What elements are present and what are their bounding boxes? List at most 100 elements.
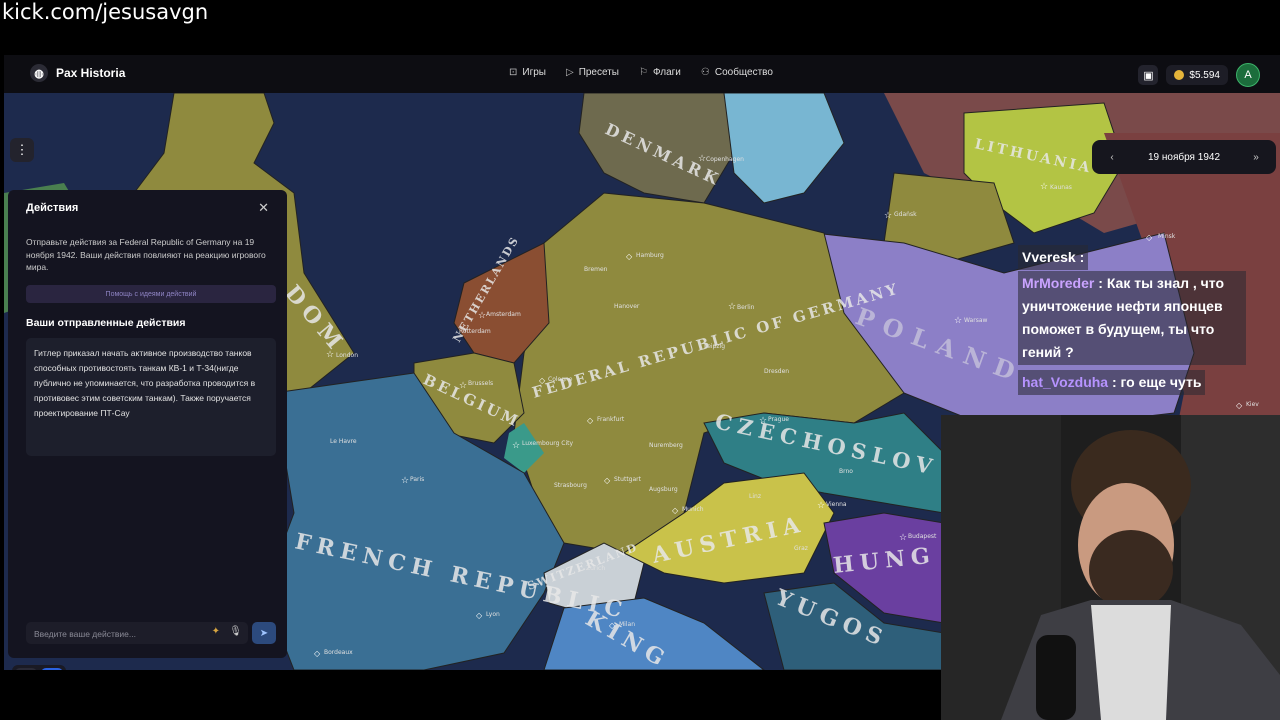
svg-text:☆: ☆ <box>954 316 962 326</box>
globe-icon: ◍ <box>30 64 48 82</box>
microphone-icon[interactable]: 🎙︎ <box>229 626 242 637</box>
nav-flags-label: Флаги <box>652 67 681 78</box>
svg-text:Brno: Brno <box>839 468 853 475</box>
map-menu-button[interactable]: ⋮ <box>10 138 34 162</box>
chat-username: hat_Vozduha <box>1022 374 1109 390</box>
city-augsburg[interactable]: Augsburg <box>649 486 678 493</box>
search-button[interactable]: ⌕ <box>78 667 100 670</box>
advance-date-button[interactable]: » <box>1246 147 1266 167</box>
chat-separator: : <box>1075 249 1085 265</box>
svg-text:☆: ☆ <box>728 302 736 312</box>
svg-text:Luxembourg City: Luxembourg City <box>522 440 574 447</box>
city-hanover[interactable]: Hanover <box>614 303 640 310</box>
svg-text:Nuremberg: Nuremberg <box>649 442 683 449</box>
svg-text:☆: ☆ <box>759 416 767 426</box>
top-right-controls: ▣ $5.594 A <box>1138 63 1260 87</box>
sent-action-item[interactable]: Гитлер приказал начать активное производ… <box>26 338 276 456</box>
svg-text:☆: ☆ <box>899 533 907 543</box>
svg-text:Hamburg: Hamburg <box>636 252 664 259</box>
actions-panel: Действия ✕ Отправьте действия за Federal… <box>8 190 287 658</box>
nav-presets[interactable]: ▷ Пресеты <box>566 67 619 78</box>
city-dresden[interactable]: Dresden <box>764 368 789 375</box>
panel-description: Отправьте действия за Federal Republic o… <box>26 237 266 272</box>
double-chevron-right-icon: » <box>1253 151 1259 163</box>
city-rotterdam[interactable]: Rotterdam <box>459 328 491 335</box>
svg-text:Zurich: Zurich <box>586 565 605 572</box>
svg-text:Warsaw: Warsaw <box>964 317 987 324</box>
avatar[interactable]: A <box>1236 63 1260 87</box>
city-graz[interactable]: Graz <box>794 545 808 552</box>
nav-flags[interactable]: ⚐ Флаги <box>639 67 681 78</box>
svg-text:Gdańsk: Gdańsk <box>894 211 917 218</box>
close-panel-button[interactable]: ✕ <box>258 200 269 216</box>
actions-mode-button[interactable]: ϟ <box>41 668 63 670</box>
svg-text:◇: ◇ <box>604 476 611 485</box>
svg-text:☆: ☆ <box>478 311 486 321</box>
send-icon: ➤ <box>259 627 269 639</box>
bottom-toolbar: ● ϟ ⌕ <box>12 665 100 670</box>
svg-text:Vienna: Vienna <box>826 501 847 508</box>
svg-text:Frankfurt: Frankfurt <box>597 416 625 423</box>
svg-text:☆: ☆ <box>401 476 409 486</box>
prev-date-button[interactable]: ‹ <box>1102 147 1122 167</box>
svg-text:Paris: Paris <box>410 476 424 483</box>
svg-text:☆: ☆ <box>817 501 825 511</box>
gift-button[interactable]: ▣ <box>1138 65 1159 85</box>
app-logo[interactable]: ◍ Pax Historia <box>30 64 125 82</box>
chat-username: Vveresk <box>1022 249 1076 265</box>
city-brno[interactable]: Brno <box>839 468 853 475</box>
nav-community[interactable]: ⚇ Сообщество <box>701 67 773 78</box>
svg-text:Graz: Graz <box>794 545 808 552</box>
coin-icon <box>1174 70 1185 80</box>
action-input[interactable] <box>32 625 196 643</box>
chat-message: MrMoreder : Как ты знал , что уничтожени… <box>1018 271 1246 365</box>
city-nuremberg[interactable]: Nuremberg <box>649 442 683 449</box>
close-icon: ✕ <box>258 200 269 215</box>
nav-games-label: Игры <box>522 67 546 78</box>
chat-separator: : <box>1094 275 1107 291</box>
svg-text:☆: ☆ <box>698 154 706 164</box>
city-zurich[interactable]: Zurich <box>586 565 605 572</box>
balance-button[interactable]: $5.594 <box>1166 65 1228 85</box>
city-strasbourg[interactable]: Strasbourg <box>554 482 587 489</box>
svg-text:Strasbourg: Strasbourg <box>554 482 587 489</box>
nav-community-label: Сообщество <box>714 67 773 78</box>
sparkle-icon[interactable]: ✦ <box>212 626 220 637</box>
city-leipzig[interactable]: Leipzig <box>704 343 725 350</box>
send-action-button[interactable]: ➤ <box>252 622 276 644</box>
action-input-row: ✦ 🎙︎ <box>26 622 248 644</box>
main-nav: ⊡ Игры ▷ Пресеты ⚐ Флаги ⚇ Сообщество <box>509 67 773 78</box>
current-date: 19 ноября 1942 <box>1147 151 1221 163</box>
app-name: Pax Historia <box>56 66 126 80</box>
chevron-left-icon: ‹ <box>1110 151 1114 163</box>
nav-games[interactable]: ⊡ Игры <box>509 67 546 78</box>
city-linz[interactable]: Linz <box>749 493 761 500</box>
chat-username: MrMoreder <box>1022 275 1095 291</box>
city-copenhagen[interactable]: ☆ Copenhagen <box>698 154 744 164</box>
svg-text:Brussels: Brussels <box>468 380 493 387</box>
svg-text:☆: ☆ <box>884 211 892 221</box>
svg-text:◇: ◇ <box>609 621 616 630</box>
svg-text:Bordeaux: Bordeaux <box>324 649 353 656</box>
svg-text:◇: ◇ <box>626 252 633 261</box>
users-icon: ⚇ <box>700 67 710 78</box>
chat-mode-button[interactable]: ● <box>15 668 37 670</box>
panel-title: Действия <box>26 202 79 214</box>
svg-text:Budapest: Budapest <box>908 533 937 540</box>
city-bremen[interactable]: Bremen <box>584 266 608 273</box>
svg-text:Hanover: Hanover <box>614 303 640 310</box>
gift-icon: ▣ <box>1143 69 1154 82</box>
svg-text:Munich: Munich <box>682 506 704 513</box>
action-ideas-button[interactable]: Помощь с идеями действий <box>26 285 276 303</box>
city-london[interactable]: ☆ London <box>326 350 358 360</box>
mode-toggle: ● ϟ <box>12 665 66 670</box>
city-berlin[interactable]: ☆ Berlin <box>728 302 755 312</box>
top-bar: ◍ Pax Historia ⊡ Игры ▷ Пресеты ⚐ Флаги ⚇ Со… <box>4 55 1280 94</box>
stream-chat-overlay: Vveresk : MrMoreder : Как ты знал , что … <box>1018 245 1278 395</box>
svg-text:Augsburg: Augsburg <box>649 486 678 493</box>
city-le-havre[interactable]: Le Havre <box>330 438 357 445</box>
chat-message: Vveresk : <box>1018 245 1089 270</box>
play-icon: ▷ <box>565 67 574 78</box>
svg-text:Rotterdam: Rotterdam <box>459 328 491 335</box>
city-kaunas[interactable]: ☆ Kaunas <box>1040 182 1072 192</box>
